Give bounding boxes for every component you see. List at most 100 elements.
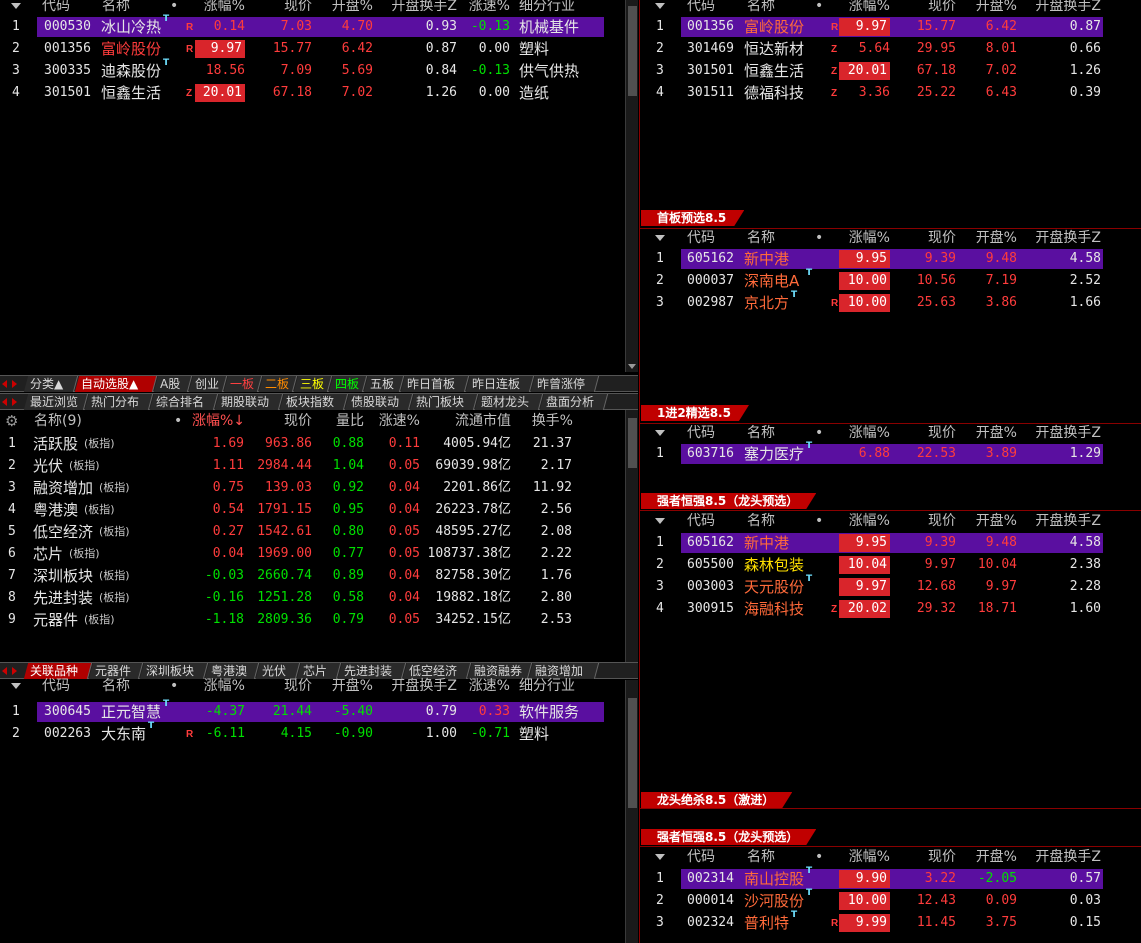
stock-name[interactable]: 德福科技: [744, 82, 804, 104]
stock-name[interactable]: 天元股份: [744, 576, 804, 598]
column-header[interactable]: 现价: [928, 422, 956, 444]
column-header[interactable]: 开盘%: [976, 510, 1017, 532]
stock-name[interactable]: 恒鑫生活: [744, 60, 804, 82]
tab[interactable]: 昨日首板: [400, 376, 470, 392]
column-header[interactable]: 名称: [747, 422, 775, 444]
sort-menu-icon[interactable]: [655, 3, 665, 9]
sort-menu-icon[interactable]: [655, 854, 665, 860]
table-row[interactable]: 1 活跃股 (板指) 1.69 963.86 0.88 0.11 4005.94亿 21.37: [0, 433, 625, 455]
stock-name[interactable]: 恒鑫生活: [101, 82, 161, 104]
table-row[interactable]: 1 002314 南山控股 T 9.90 3.22 -2.05 0.57: [641, 866, 1141, 890]
stock-name[interactable]: 恒达新材: [744, 38, 804, 60]
stock-name[interactable]: 海融科技: [744, 598, 804, 620]
table-row[interactable]: 2 605500 森林包装 10.04 9.97 10.04 2.38: [641, 554, 1141, 576]
sector-name[interactable]: 低空经济: [33, 521, 93, 543]
column-header[interactable]: •: [174, 410, 182, 432]
column-header[interactable]: 涨速%: [379, 410, 420, 432]
tab[interactable]: 二板: [258, 376, 298, 392]
scroll-down-arrow[interactable]: [628, 364, 636, 369]
column-header[interactable]: 现价: [928, 510, 956, 532]
tab[interactable]: A股: [153, 376, 193, 392]
scrollbar[interactable]: [625, 0, 638, 372]
column-header[interactable]: 涨幅%: [849, 422, 890, 444]
column-header[interactable]: •: [815, 0, 823, 17]
column-header[interactable]: •: [170, 675, 178, 697]
table-row[interactable]: 4 301501 恒鑫生活 Z 20.01 67.18 7.02 1.26 0.00 造纸: [0, 82, 625, 104]
column-header[interactable]: 细分行业: [519, 675, 575, 697]
column-header[interactable]: 开盘换手Z: [391, 675, 457, 697]
table-row[interactable]: 6 芯片 (板指) 0.04 1969.00 0.77 0.05 108737.38亿 2.22: [0, 543, 625, 565]
table-row[interactable]: 1 605162 新中港 9.95 9.39 9.48 4.58: [641, 248, 1141, 270]
scrollbar[interactable]: [625, 410, 638, 662]
column-header[interactable]: 名称: [747, 0, 775, 17]
tab[interactable]: 创业: [188, 376, 228, 392]
table-row[interactable]: 1 603716 塞力医疗 T 6.88 22.53 3.89 1.29: [641, 441, 1141, 465]
table-row[interactable]: 2 000037 深南电A T 10.00 10.56 7.19 2.52: [641, 268, 1141, 292]
column-header[interactable]: 名称: [747, 510, 775, 532]
column-header[interactable]: 名称: [747, 227, 775, 249]
table-row[interactable]: 2 002263 大东南 T R -6.11 4.15 -0.90 1.00 -0.71 塑料: [0, 721, 625, 745]
table-row[interactable]: 1 605162 新中港 9.95 9.39 9.48 4.58: [641, 532, 1141, 554]
column-header[interactable]: 名称(9): [34, 410, 82, 432]
stock-name[interactable]: 京北方: [744, 292, 789, 314]
column-header[interactable]: 现价: [284, 0, 312, 17]
column-header[interactable]: 涨幅%: [204, 0, 245, 17]
column-header[interactable]: 涨幅%: [849, 0, 890, 17]
tab[interactable]: 热门分布: [84, 394, 154, 410]
table-row[interactable]: 4 粤港澳 (板指) 0.54 1791.15 0.95 0.04 26223.78亿 2.56: [0, 499, 625, 521]
table-row[interactable]: 7 深圳板块 (板指) -0.03 2660.74 0.89 0.04 82758.30亿 1.…: [0, 565, 625, 587]
column-header[interactable]: 涨幅%: [849, 227, 890, 249]
table-row[interactable]: 9 元器件 (板指) -1.18 2809.36 0.79 0.05 34252.15亿 2.5…: [0, 609, 625, 631]
stock-name[interactable]: 大东南: [101, 723, 146, 745]
column-header[interactable]: 开盘%: [976, 227, 1017, 249]
column-header[interactable]: •: [815, 227, 823, 249]
table-row[interactable]: 3 002987 京北方 T R 10.00 25.63 3.86 1.66: [641, 290, 1141, 314]
column-header[interactable]: 名称: [747, 846, 775, 868]
tab-scroll-left[interactable]: [2, 667, 7, 675]
column-header[interactable]: 开盘%: [976, 0, 1017, 17]
column-header[interactable]: 开盘换手Z: [391, 0, 457, 17]
stock-name[interactable]: 新中港: [744, 532, 789, 554]
column-header[interactable]: 名称: [102, 675, 130, 697]
table-row[interactable]: 4 301511 德福科技 Z 3.36 25.22 6.43 0.39: [641, 82, 1141, 104]
tab[interactable]: 盘面分析: [539, 394, 609, 410]
column-header[interactable]: 涨幅%↓: [192, 410, 245, 432]
table-row[interactable]: 2 000014 沙河股份 T 10.00 12.43 0.09 0.03: [641, 888, 1141, 912]
tab[interactable]: 分类▲: [23, 376, 79, 392]
table-row[interactable]: 1 000530 冰山冷热 T R 0.14 7.03 4.70 0.93 -0.13 机械基件: [0, 14, 625, 38]
tab[interactable]: 题材龙头: [474, 394, 544, 410]
table-row[interactable]: 5 低空经济 (板指) 0.27 1542.61 0.80 0.05 48595.27亿 2.0…: [0, 521, 625, 543]
tab[interactable]: 自动选股▲: [74, 376, 158, 392]
sector-name[interactable]: 融资增加: [33, 477, 93, 499]
stock-name[interactable]: 沙河股份: [744, 890, 804, 912]
column-header[interactable]: 开盘换手Z: [1035, 227, 1101, 249]
sector-name[interactable]: 光伏: [33, 455, 63, 477]
sector-name[interactable]: 先进封装: [33, 587, 93, 609]
sector-name[interactable]: 粤港澳: [33, 499, 78, 521]
stock-name[interactable]: 富岭股份: [101, 38, 161, 60]
column-header[interactable]: 代码: [687, 422, 715, 444]
table-row[interactable]: 3 300335 迪森股份 T 18.56 7.09 5.69 0.84 -0.13 供气供热: [0, 58, 625, 82]
scrollbar[interactable]: [625, 680, 638, 943]
column-header[interactable]: 开盘换手Z: [1035, 0, 1101, 17]
gear-icon[interactable]: ⚙: [5, 410, 18, 432]
tab-scroll-left[interactable]: [2, 398, 7, 406]
sector-name[interactable]: 元器件: [33, 609, 78, 631]
table-row[interactable]: 3 002324 普利特 T R 9.99 11.45 3.75 0.15: [641, 910, 1141, 934]
column-header[interactable]: 代码: [687, 227, 715, 249]
tab[interactable]: 昨曾涨停: [530, 376, 600, 392]
stock-name[interactable]: 塞力医疗: [744, 443, 804, 465]
table-row[interactable]: 3 003003 天元股份 T 9.97 12.68 9.97 2.28: [641, 574, 1141, 598]
stock-name[interactable]: 深南电A: [744, 270, 799, 292]
table-row[interactable]: 2 光伏 (板指) 1.11 2984.44 1.04 0.05 69039.98亿 2.17: [0, 455, 625, 477]
column-header[interactable]: 名称: [102, 0, 130, 17]
column-header[interactable]: 代码: [687, 846, 715, 868]
tab-scroll-right[interactable]: [12, 667, 17, 675]
scrollbar-thumb[interactable]: [628, 6, 637, 96]
sort-menu-icon[interactable]: [655, 235, 665, 241]
column-header[interactable]: 代码: [687, 0, 715, 17]
column-header[interactable]: 开盘%: [332, 675, 373, 697]
stock-name[interactable]: 新中港: [744, 248, 789, 270]
tab[interactable]: 最近浏览: [23, 394, 89, 410]
tab[interactable]: 昨日连板: [465, 376, 535, 392]
